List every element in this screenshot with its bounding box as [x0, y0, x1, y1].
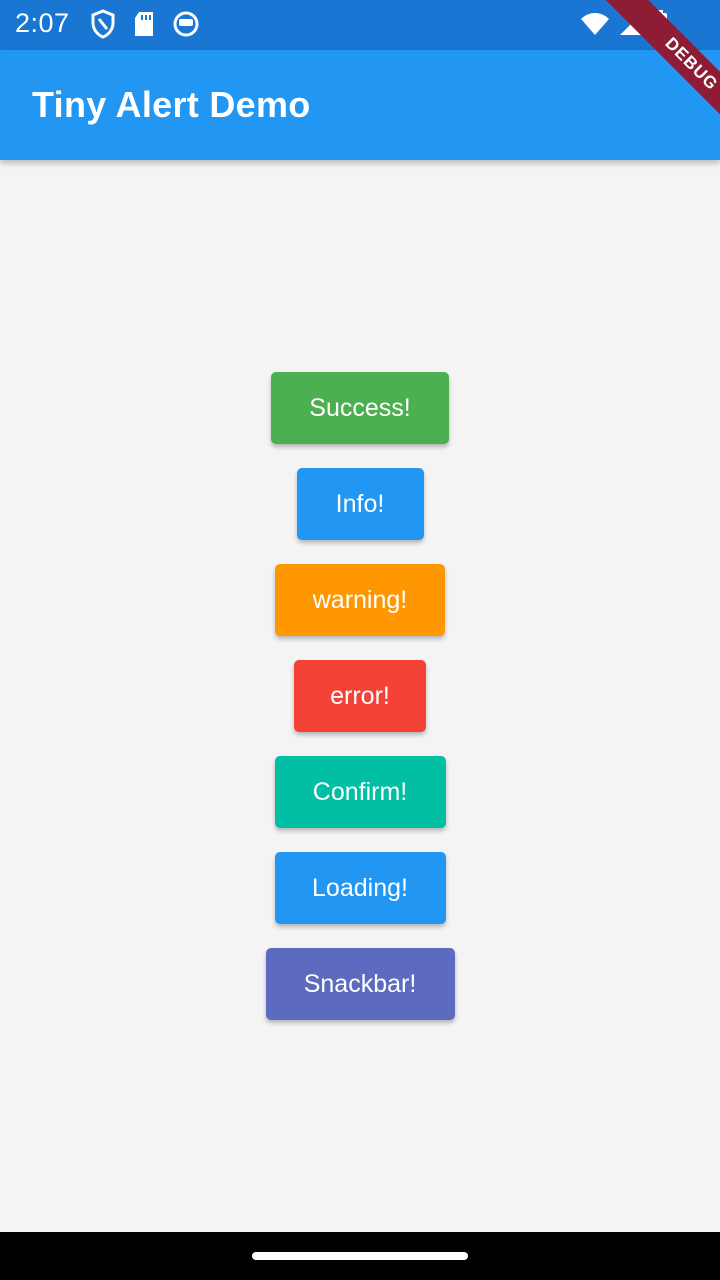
app-status-icon — [172, 10, 200, 38]
snackbar-button[interactable]: Snackbar! — [265, 948, 455, 1020]
main-content: Success! Info! warning! error! Confirm! … — [0, 160, 720, 1232]
wifi-icon — [580, 11, 610, 37]
home-gesture-handle[interactable] — [252, 1252, 468, 1260]
app-title: Tiny Alert Demo — [32, 84, 311, 125]
info-button[interactable]: Info! — [296, 468, 424, 540]
warning-button[interactable]: warning! — [275, 564, 445, 636]
success-button[interactable]: Success! — [271, 372, 449, 444]
shield-icon — [90, 9, 116, 39]
loading-button[interactable]: Loading! — [274, 852, 446, 924]
status-bar: 2:07 — [0, 0, 720, 50]
system-nav-bar — [0, 1232, 720, 1280]
status-left-icons — [90, 9, 200, 39]
status-time: 2:07 — [15, 8, 70, 38]
confirm-button[interactable]: Confirm! — [274, 756, 446, 828]
sd-card-icon — [133, 10, 155, 38]
error-button[interactable]: error! — [294, 660, 426, 732]
alert-button-list: Success! Info! warning! error! Confirm! … — [0, 372, 720, 1020]
app-bar: Tiny Alert Demo — [0, 50, 720, 160]
